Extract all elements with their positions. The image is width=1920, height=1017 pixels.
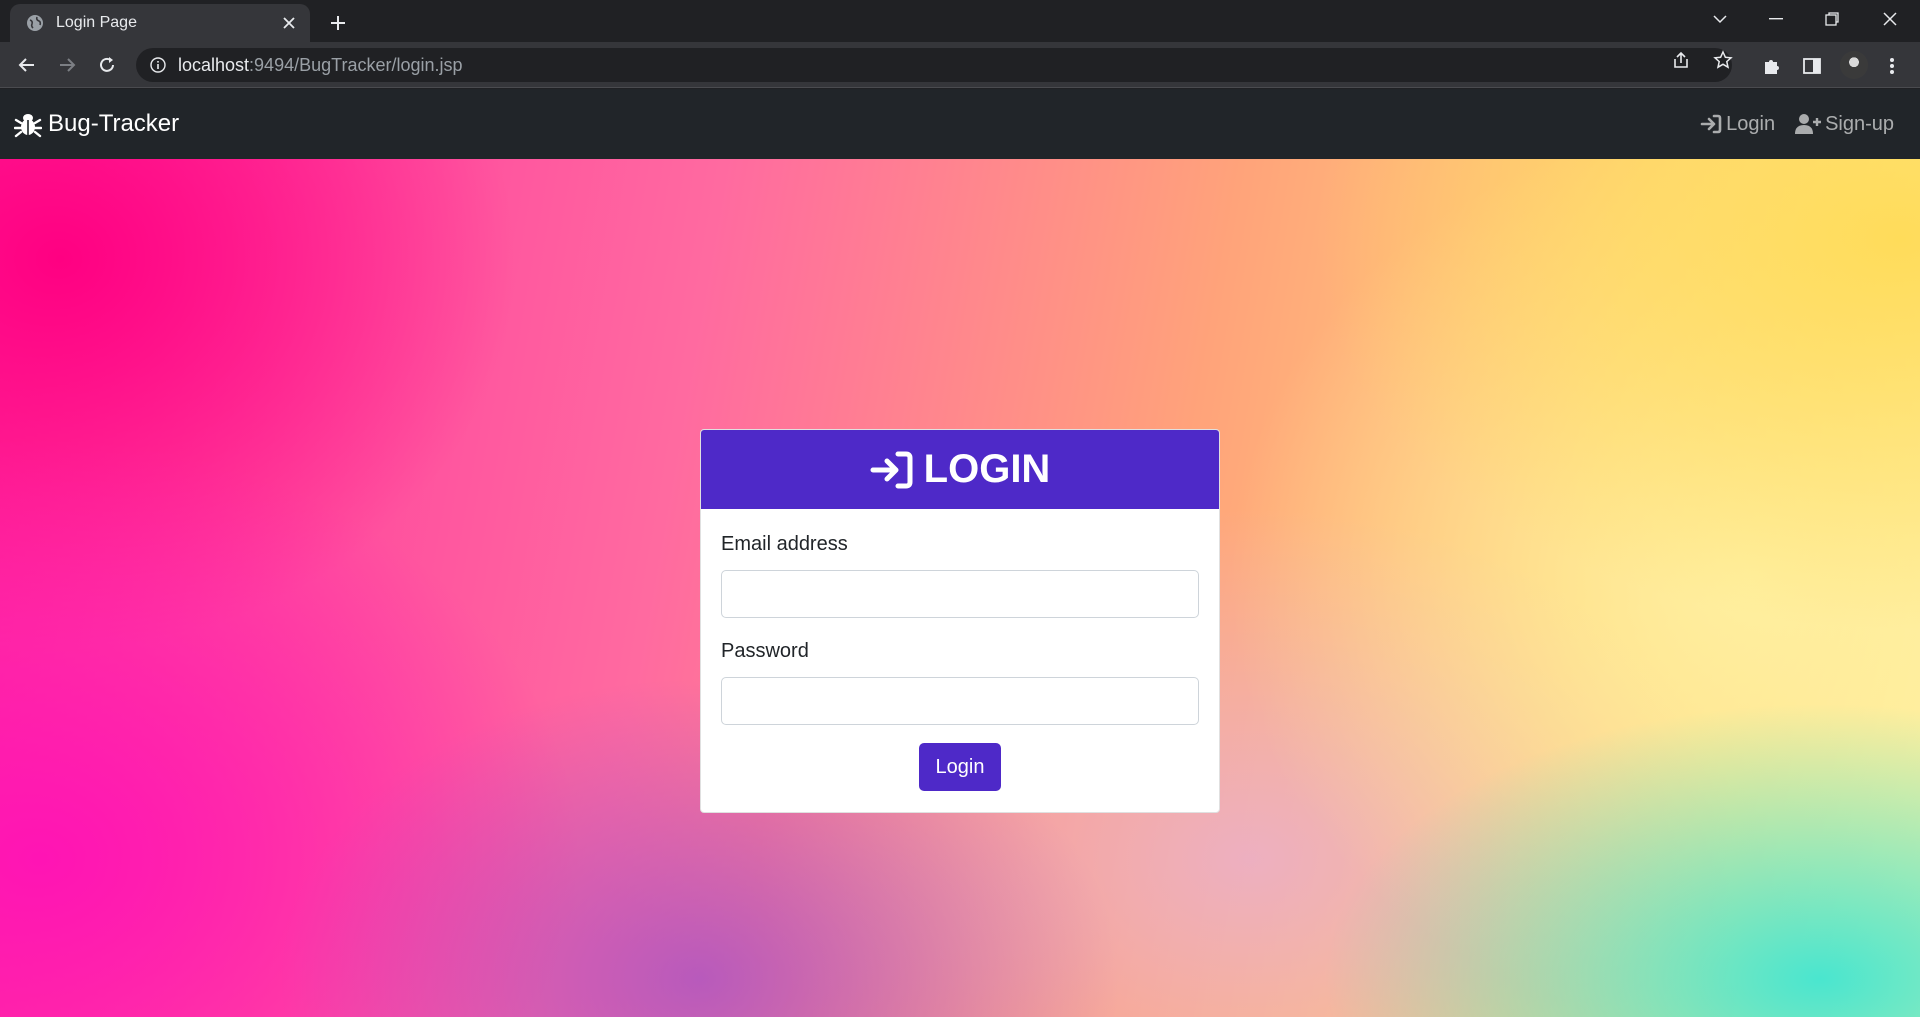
nav-links: Login Sign-up — [1680, 89, 1894, 159]
nav-login-label: Login — [1726, 112, 1776, 135]
login-form: Email address Password Login — [701, 509, 1219, 811]
browser-toolbar: localhost:9494/BugTracker/login.jsp — [0, 42, 1920, 88]
bug-icon — [14, 110, 42, 138]
side-panel-icon[interactable] — [1800, 54, 1824, 78]
bookmark-star-icon[interactable] — [1712, 49, 1734, 71]
login-title: LOGIN — [923, 447, 1051, 491]
login-card: LOGIN Email address Password Login — [700, 429, 1220, 813]
globe-icon — [26, 14, 44, 32]
password-label: Password — [721, 640, 809, 662]
forward-arrow-icon[interactable] — [52, 50, 82, 80]
profile-avatar[interactable] — [1840, 51, 1868, 79]
share-icon[interactable] — [1670, 49, 1692, 71]
email-field[interactable] — [721, 570, 1199, 618]
user-plus-icon — [1795, 114, 1822, 134]
brand-name: Bug-Tracker — [48, 110, 180, 137]
site-info-icon[interactable] — [150, 57, 166, 73]
nav-login-link[interactable]: Login — [1700, 113, 1775, 136]
reload-icon[interactable] — [92, 50, 122, 80]
restore-icon[interactable] — [1804, 0, 1860, 38]
nav-signup-link[interactable]: Sign-up — [1795, 113, 1894, 136]
brand-link[interactable]: Bug-Tracker — [14, 89, 179, 159]
address-bar[interactable]: localhost:9494/BugTracker/login.jsp — [136, 48, 1732, 82]
minimize-icon[interactable] — [1748, 0, 1804, 38]
email-label: Email address — [721, 533, 848, 555]
login-card-header: LOGIN — [701, 430, 1219, 509]
extensions-puzzle-icon[interactable] — [1760, 54, 1784, 78]
login-submit-button[interactable]: Login — [919, 743, 1001, 791]
app-navbar: Bug-Tracker Login Sign-up — [0, 89, 1920, 159]
new-tab-button[interactable] — [324, 9, 352, 37]
web-page: Bug-Tracker Login Sign-up LOGIN Email ad… — [0, 89, 1920, 1017]
tab-search-icon[interactable] — [1692, 0, 1748, 38]
login-arrow-icon — [870, 451, 913, 488]
tab-title: Login Page — [56, 14, 137, 31]
close-window-icon[interactable] — [1862, 0, 1918, 38]
close-tab-icon[interactable] — [278, 12, 300, 34]
back-arrow-icon[interactable] — [12, 50, 42, 80]
browser-tab[interactable]: Login Page — [10, 4, 310, 42]
login-arrow-icon — [1700, 114, 1722, 134]
url-text: localhost:9494/BugTracker/login.jsp — [178, 54, 463, 75]
browser-tabstrip: Login Page — [0, 0, 1920, 42]
submit-row: Login — [721, 743, 1199, 791]
kebab-menu-icon[interactable] — [1880, 54, 1904, 78]
nav-signup-label: Sign-up — [1825, 112, 1894, 135]
password-field[interactable] — [721, 677, 1199, 725]
